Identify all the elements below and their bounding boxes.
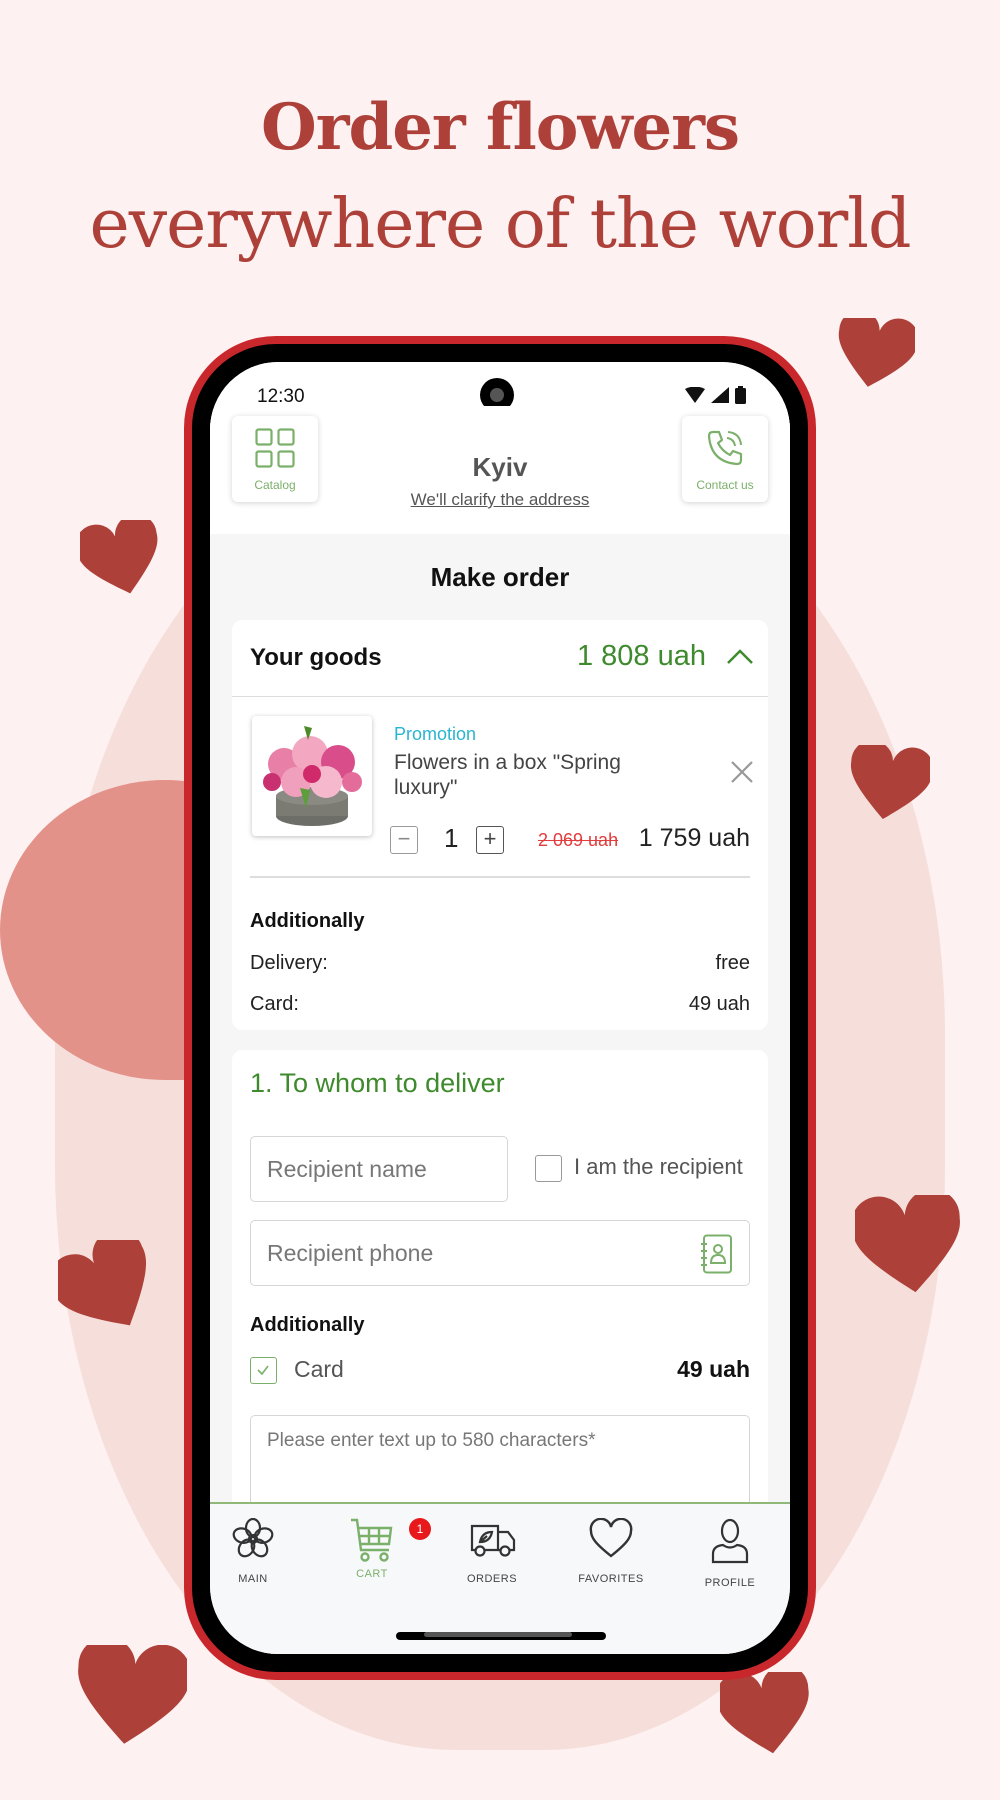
nav-item-orders[interactable]: ORDERS	[437, 1518, 547, 1585]
nav-label: PROFILE	[704, 1577, 756, 1589]
additionally-title: Additionally	[250, 910, 365, 932]
flower-icon	[232, 1517, 274, 1558]
goods-total: 1 808 uah	[576, 640, 706, 672]
heart-decoration	[80, 520, 158, 594]
summary-row-delivery: Delivery: free	[250, 952, 750, 975]
card-option-price: 49 uah	[677, 1356, 750, 1382]
cart-count-badge: 1	[409, 1518, 431, 1540]
summary-row-card: Card: 49 uah	[250, 993, 750, 1016]
quantity-value: 1	[444, 823, 459, 853]
phone-bezel: 12:30 Catalog Kyiv We'll clarify the add…	[192, 344, 808, 1672]
signal-icon	[711, 387, 729, 403]
app-header: Catalog Kyiv We'll clarify the address C…	[210, 406, 790, 534]
item-price: 1 759 uah	[638, 824, 750, 852]
divider	[250, 876, 750, 878]
headline-regular: everywhere of the world	[89, 185, 911, 264]
nav-item-main[interactable]: MAIN	[210, 1517, 308, 1585]
recipient-name-input[interactable]: Recipient name	[250, 1136, 508, 1202]
phone-frame: 12:30 Catalog Kyiv We'll clarify the add…	[184, 336, 816, 1680]
nav-label: CART	[356, 1568, 388, 1580]
bottom-navigation: MAIN 1 CART ORDERS FAVORITES PROFILE	[210, 1502, 790, 1654]
headline-bold: Order flowers	[260, 90, 740, 165]
nav-item-favorites[interactable]: FAVORITES	[556, 1517, 666, 1585]
battery-icon	[735, 386, 746, 404]
i-am-recipient-label[interactable]: I am the recipient	[574, 1154, 743, 1180]
increase-quantity-button[interactable]: +	[476, 826, 504, 854]
phone-call-icon	[707, 430, 743, 466]
heart-decoration	[850, 745, 930, 820]
i-am-recipient-checkbox[interactable]	[535, 1155, 562, 1182]
system-icons	[685, 386, 746, 404]
app-screen: 12:30 Catalog Kyiv We'll clarify the add…	[210, 362, 790, 1654]
cart-icon	[351, 1518, 393, 1562]
status-time: 12:30	[257, 386, 305, 407]
old-price: 2 069 uah	[538, 830, 619, 850]
recipient-phone-placeholder: Recipient phone	[267, 1239, 434, 1266]
checkmark-icon	[257, 1365, 269, 1376]
heart-decoration	[720, 1672, 809, 1754]
card-option-label[interactable]: Card	[294, 1356, 344, 1383]
recipient-phone-input[interactable]: Recipient phone	[250, 1220, 750, 1286]
product-image[interactable]	[252, 716, 372, 836]
nav-label: FAVORITES	[578, 1573, 644, 1585]
page-title: Make order	[430, 562, 570, 592]
summary-label: Delivery:	[250, 952, 328, 974]
flower-box-image	[263, 726, 362, 826]
card-option-checkbox[interactable]	[250, 1357, 277, 1384]
promotion-badge: Promotion	[394, 724, 477, 744]
contact-us-label: Contact us	[696, 478, 754, 492]
summary-label: Card:	[250, 993, 299, 1015]
heart-decoration	[78, 1645, 187, 1744]
delivery-truck-icon	[470, 1524, 516, 1557]
product-name[interactable]: Flowers in a box "Spring luxury"	[394, 750, 664, 800]
summary-value: free	[715, 952, 750, 974]
close-icon[interactable]	[730, 760, 754, 784]
home-indicator[interactable]	[396, 1632, 606, 1640]
goods-card: Your goods 1 808 uah Promotion Flowers i…	[232, 620, 768, 1030]
decrease-quantity-button[interactable]: −	[390, 826, 418, 854]
goods-header[interactable]: Your goods 1 808 uah	[232, 620, 768, 697]
contact-us-button[interactable]: Contact us	[682, 416, 768, 502]
nav-label: ORDERS	[466, 1573, 518, 1585]
heart-decoration	[58, 1240, 146, 1326]
section-title: 1. To whom to deliver	[250, 1068, 505, 1098]
heart-decoration	[838, 318, 915, 387]
heart-decoration	[855, 1195, 960, 1293]
nav-item-profile[interactable]: PROFILE	[675, 1518, 785, 1589]
wifi-icon	[685, 387, 705, 403]
recipient-card: 1. To whom to deliver Recipient name I a…	[232, 1050, 768, 1535]
additionally-title: Additionally	[250, 1314, 365, 1336]
chevron-up-icon[interactable]	[726, 646, 754, 666]
nav-label: MAIN	[238, 1573, 268, 1585]
contacts-book-icon[interactable]	[701, 1234, 733, 1274]
nav-item-cart[interactable]: 1 CART	[317, 1518, 431, 1580]
user-icon	[711, 1518, 749, 1564]
summary-value: 49 uah	[688, 993, 750, 1015]
goods-title: Your goods	[250, 644, 382, 671]
heart-icon	[589, 1517, 633, 1558]
